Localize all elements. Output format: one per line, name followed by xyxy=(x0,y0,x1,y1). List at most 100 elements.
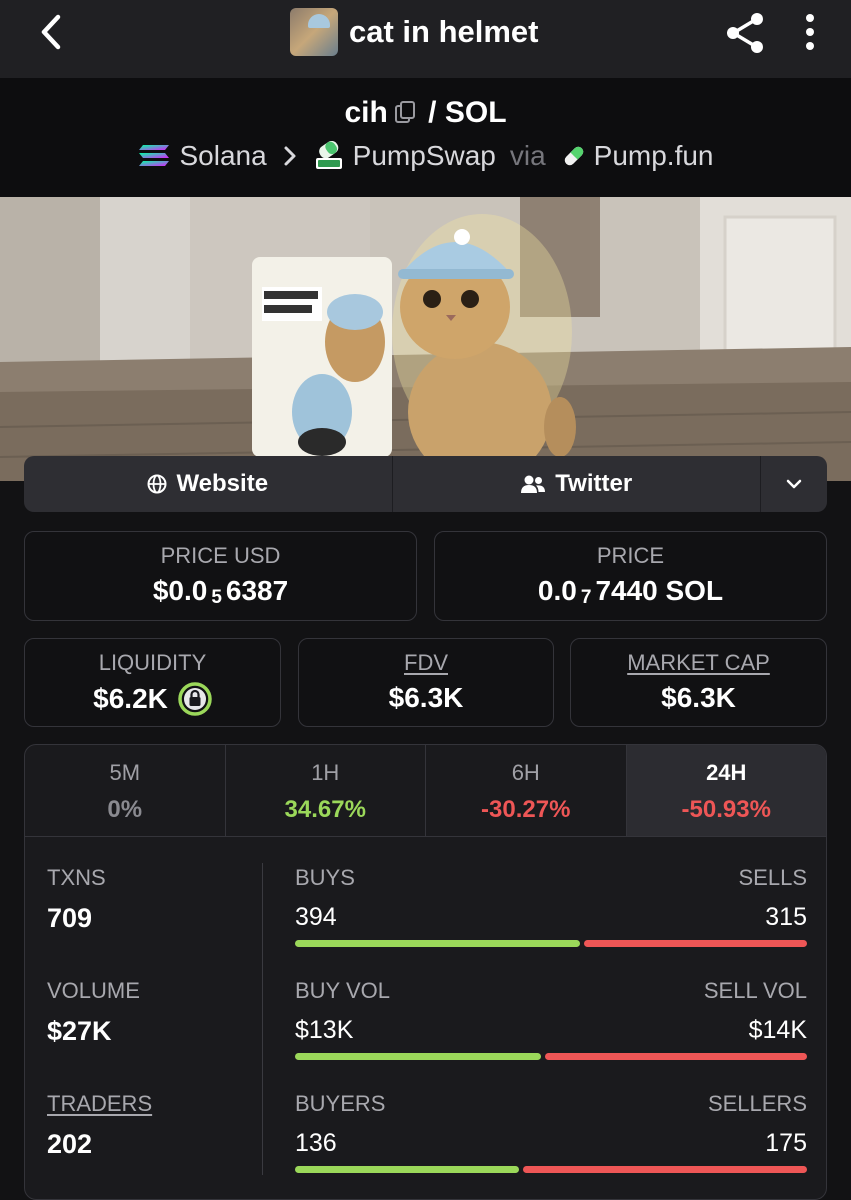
more-vertical-icon[interactable] xyxy=(798,10,822,56)
users-icon xyxy=(521,475,546,493)
traders-split-row: BUYERS SELLERS 136 175 xyxy=(295,1091,807,1199)
tab-5m[interactable]: 5M 0% xyxy=(25,745,226,836)
price-native-label: PRICE xyxy=(596,543,665,568)
price-usd-label: PRICE USD xyxy=(160,543,281,568)
twitter-button[interactable]: Twitter xyxy=(393,456,761,512)
buys-sells-bar xyxy=(295,940,807,947)
tab-label: 5M xyxy=(109,760,141,785)
volume-split-bar xyxy=(295,1053,807,1060)
volume-split-row: BUY VOL SELL VOL $13K $14K xyxy=(295,978,807,1091)
solana-icon xyxy=(139,145,170,166)
copy-icon[interactable] xyxy=(394,100,416,124)
sell-vol-label: SELL VOL xyxy=(703,978,807,1003)
via-label: via xyxy=(509,140,546,171)
website-button[interactable]: Website xyxy=(24,456,393,512)
breadcrumb: Solana PumpSwap via Pump.fun xyxy=(0,140,851,172)
liquidity-value-row: $6.2K xyxy=(25,682,280,716)
traders-split-bar xyxy=(295,1166,807,1173)
chevron-right-icon xyxy=(284,146,296,166)
price-usd-card: PRICE USD $0.0 5 6387 xyxy=(24,531,417,621)
market-cap-card: MARKET CAP $6.3K xyxy=(570,638,827,727)
tab-label: 1H xyxy=(311,760,340,785)
txns-value: 709 xyxy=(47,903,93,933)
price-usd-value: $0.0 5 6387 xyxy=(25,575,416,608)
dex-link[interactable]: PumpSwap xyxy=(353,140,496,172)
traders-value: 202 xyxy=(47,1129,93,1159)
tab-6h[interactable]: 6H -30.27% xyxy=(426,745,627,836)
buy-segment xyxy=(295,940,580,947)
timeframe-tabs: 5M 0% 1H 34.67% 6H -30.27% 24H -50.93% xyxy=(25,745,826,837)
token-avatar xyxy=(290,8,338,56)
tab-1h[interactable]: 1H 34.67% xyxy=(226,745,426,836)
sellers-value: 175 xyxy=(765,1129,807,1157)
globe-icon xyxy=(147,474,167,494)
tab-24h[interactable]: 24H -50.93% xyxy=(626,745,826,836)
token-title: cat in helmet xyxy=(290,8,539,56)
volume-metric: VOLUME $27K xyxy=(47,978,247,1091)
sells-label: SELLS xyxy=(738,865,808,890)
price-change: 0% xyxy=(107,796,143,823)
base-symbol: cih xyxy=(344,96,388,129)
liquidity-card: LIQUIDITY $6.2K xyxy=(24,638,281,727)
more-links-dropdown[interactable] xyxy=(761,456,827,512)
launchpad-link[interactable]: Pump.fun xyxy=(594,140,714,172)
sell-vol-segment xyxy=(545,1053,807,1060)
buy-vol-segment xyxy=(295,1053,541,1060)
traders-metric: TRADERS 202 xyxy=(47,1091,247,1199)
fdv-card: FDV $6.3K xyxy=(298,638,554,727)
sellers-segment xyxy=(523,1166,807,1173)
chevron-left-icon[interactable] xyxy=(32,12,72,52)
lock-icon[interactable] xyxy=(178,682,212,716)
txns-metric: TXNS 709 xyxy=(47,865,247,978)
buyers-value: 136 xyxy=(295,1129,337,1157)
price-native-value: 0.0 7 7440 SOL xyxy=(435,575,826,608)
buy-vol-value: $13K xyxy=(295,1016,354,1044)
tab-label: 24H xyxy=(706,760,747,785)
market-cap-value: $6.3K xyxy=(661,682,736,713)
tab-label: 6H xyxy=(511,760,540,785)
token-banner-image xyxy=(0,197,851,481)
traders-label[interactable]: TRADERS xyxy=(47,1091,247,1117)
split-column: BUYS SELLS 394 315 BUY VOL SELL VOL $13K… xyxy=(295,865,808,1199)
totals-column: TXNS 709 VOLUME $27K TRADERS 202 xyxy=(47,865,247,1199)
column-divider xyxy=(262,863,263,1175)
price-native-zero-count: 7 xyxy=(580,587,592,608)
price-change: 34.67% xyxy=(284,796,366,823)
pair-info: cih / SOL Solana PumpSwap via Pump.fun xyxy=(0,78,851,197)
price-change: -30.27% xyxy=(481,796,571,823)
sell-segment xyxy=(584,940,807,947)
buy-vol-label: BUY VOL xyxy=(295,978,390,1003)
social-links: Website Twitter xyxy=(24,456,827,512)
sells-value: 315 xyxy=(765,903,807,931)
price-usd-digits: 6387 xyxy=(225,575,289,606)
price-native-card: PRICE 0.0 7 7440 SOL xyxy=(434,531,827,621)
quote-symbol: SOL xyxy=(444,96,507,129)
pair-symbol: cih / SOL xyxy=(0,96,851,130)
chain-link[interactable]: Solana xyxy=(179,140,266,172)
volume-label: VOLUME xyxy=(47,978,140,1003)
trading-stats-panel: 5M 0% 1H 34.67% 6H -30.27% 24H -50.93% T… xyxy=(24,744,827,1200)
top-bar: cat in helmet xyxy=(0,0,851,78)
share-icon[interactable] xyxy=(722,10,768,56)
fdv-value: $6.3K xyxy=(388,682,464,713)
pill-icon xyxy=(564,146,583,166)
website-label: Website xyxy=(176,470,269,497)
buyers-segment xyxy=(295,1166,519,1173)
pair-separator: / xyxy=(428,96,437,129)
liquidity-value: $6.2K xyxy=(93,683,168,714)
buys-label: BUYS xyxy=(295,865,355,890)
liquidity-label: LIQUIDITY xyxy=(98,650,207,675)
fdv-label[interactable]: FDV xyxy=(299,650,553,676)
twitter-label: Twitter xyxy=(555,470,633,497)
sell-vol-value: $14K xyxy=(748,1016,807,1044)
page-title: cat in helmet xyxy=(349,14,539,49)
price-native-digits: 7440 SOL xyxy=(595,575,724,606)
price-native-prefix: 0.0 xyxy=(537,575,577,606)
buyers-label: BUYERS xyxy=(295,1091,386,1116)
market-cap-label[interactable]: MARKET CAP xyxy=(571,650,826,676)
buys-value: 394 xyxy=(295,903,337,931)
sellers-label: SELLERS xyxy=(707,1091,807,1116)
pumpswap-icon xyxy=(315,141,342,169)
chevron-down-icon xyxy=(786,479,802,489)
price-usd-zero-count: 5 xyxy=(211,587,222,608)
